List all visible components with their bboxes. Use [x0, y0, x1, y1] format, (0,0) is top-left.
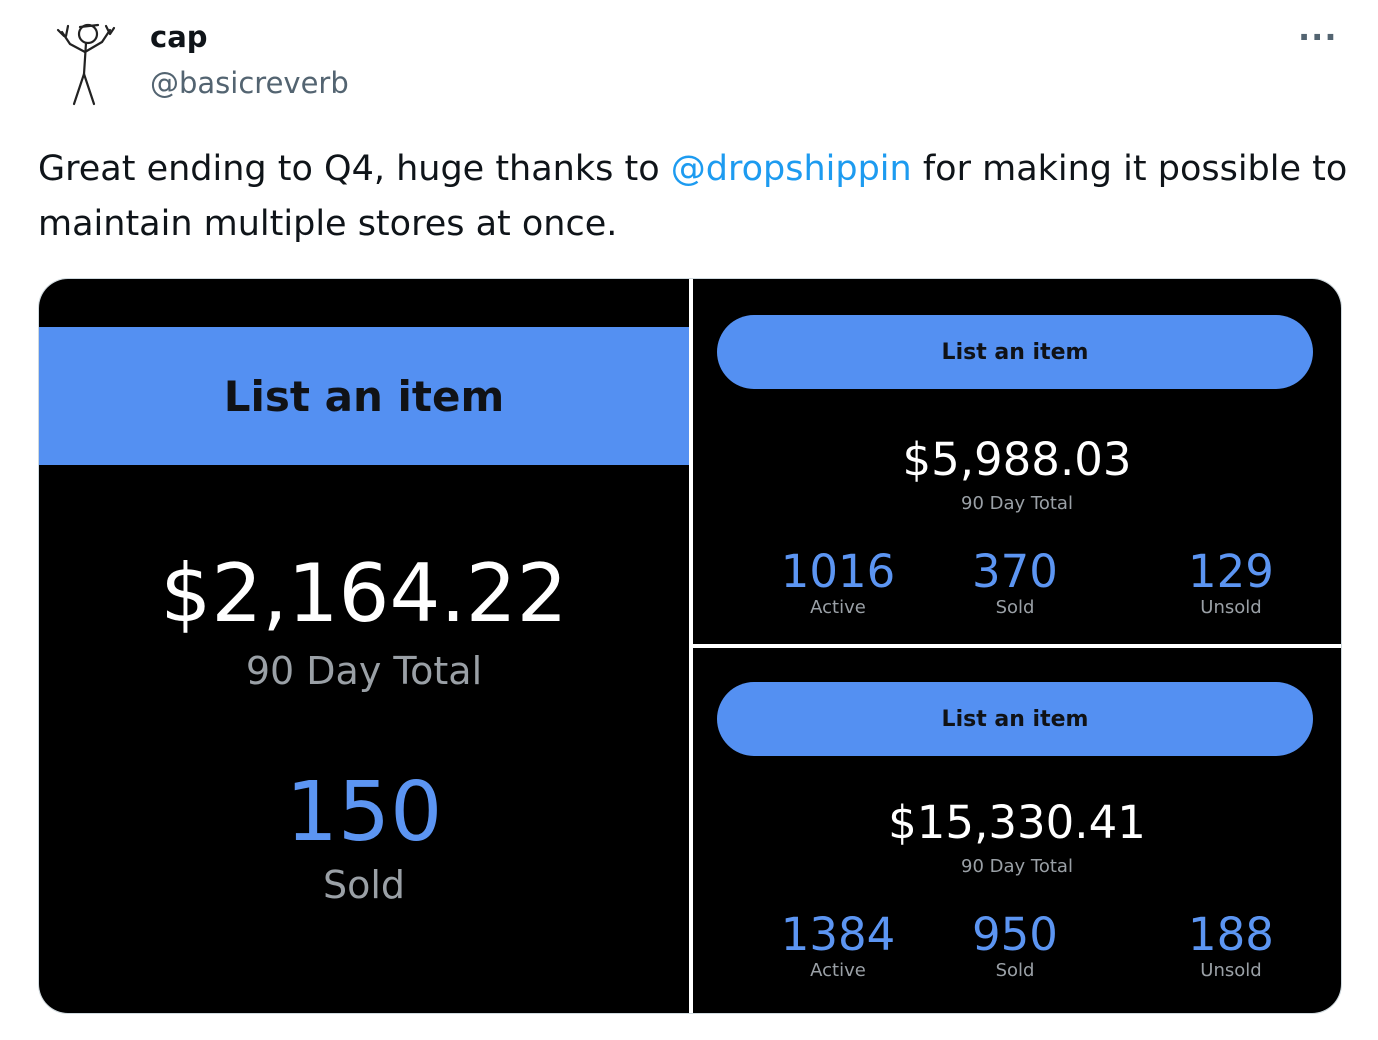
stat-unsold: 188 Unsold: [1141, 910, 1321, 982]
stat-value: 1384: [780, 908, 896, 961]
stat-sold: 370 Sold: [925, 547, 1105, 619]
author-name[interactable]: cap: [150, 20, 208, 54]
total-amount: $2,164.22: [160, 547, 568, 640]
more-options-icon[interactable]: ···: [1298, 18, 1337, 56]
tweet-card: cap @basicreverb ··· Great ending to Q4,…: [0, 0, 1378, 1040]
stat-label: Active: [810, 960, 866, 981]
stat-label: Unsold: [1200, 960, 1262, 981]
total-label: 90 Day Total: [245, 649, 483, 693]
media-panel-left[interactable]: List an item $2,164.22 90 Day Total 150 …: [39, 279, 689, 1013]
list-item-button[interactable]: List an item: [717, 682, 1313, 756]
tweet-media-grid[interactable]: List an item $2,164.22 90 Day Total 150 …: [38, 278, 1342, 1014]
total-label: 90 Day Total: [961, 493, 1073, 514]
stat-label: Sold: [995, 960, 1035, 981]
sold-count: 150: [285, 765, 443, 860]
stat-label: Active: [810, 597, 866, 618]
tweet-text: Great ending to Q4, huge thanks to @drop…: [38, 142, 1348, 252]
stat-active: 1016 Active: [748, 547, 928, 619]
total-amount: $5,988.03: [902, 433, 1132, 486]
list-item-button[interactable]: List an item: [717, 315, 1313, 389]
stat-unsold: 129 Unsold: [1141, 547, 1321, 619]
list-item-button[interactable]: List an item: [39, 327, 689, 465]
stat-sold: 950 Sold: [925, 910, 1105, 982]
stat-value: 950: [972, 908, 1058, 961]
stat-value: 370: [972, 545, 1058, 598]
total-amount: $15,330.41: [888, 796, 1146, 849]
avatar[interactable]: [44, 16, 128, 112]
stat-value: 188: [1188, 908, 1274, 961]
stat-value: 129: [1188, 545, 1274, 598]
media-panel-bottom-right[interactable]: List an item $15,330.41 90 Day Total 138…: [693, 648, 1341, 1013]
sold-label: Sold: [322, 863, 406, 907]
stat-active: 1384 Active: [748, 910, 928, 982]
total-label: 90 Day Total: [961, 856, 1073, 877]
tweet-text-before: Great ending to Q4, huge thanks to: [38, 149, 671, 189]
media-panel-top-right[interactable]: List an item $5,988.03 90 Day Total 1016…: [693, 279, 1341, 644]
stick-figure-avatar-icon: [56, 23, 116, 106]
stat-label: Unsold: [1200, 597, 1262, 618]
mention-link[interactable]: @dropshippin: [671, 149, 912, 189]
stat-label: Sold: [995, 597, 1035, 618]
author-handle[interactable]: @basicreverb: [150, 66, 349, 100]
stat-value: 1016: [780, 545, 896, 598]
